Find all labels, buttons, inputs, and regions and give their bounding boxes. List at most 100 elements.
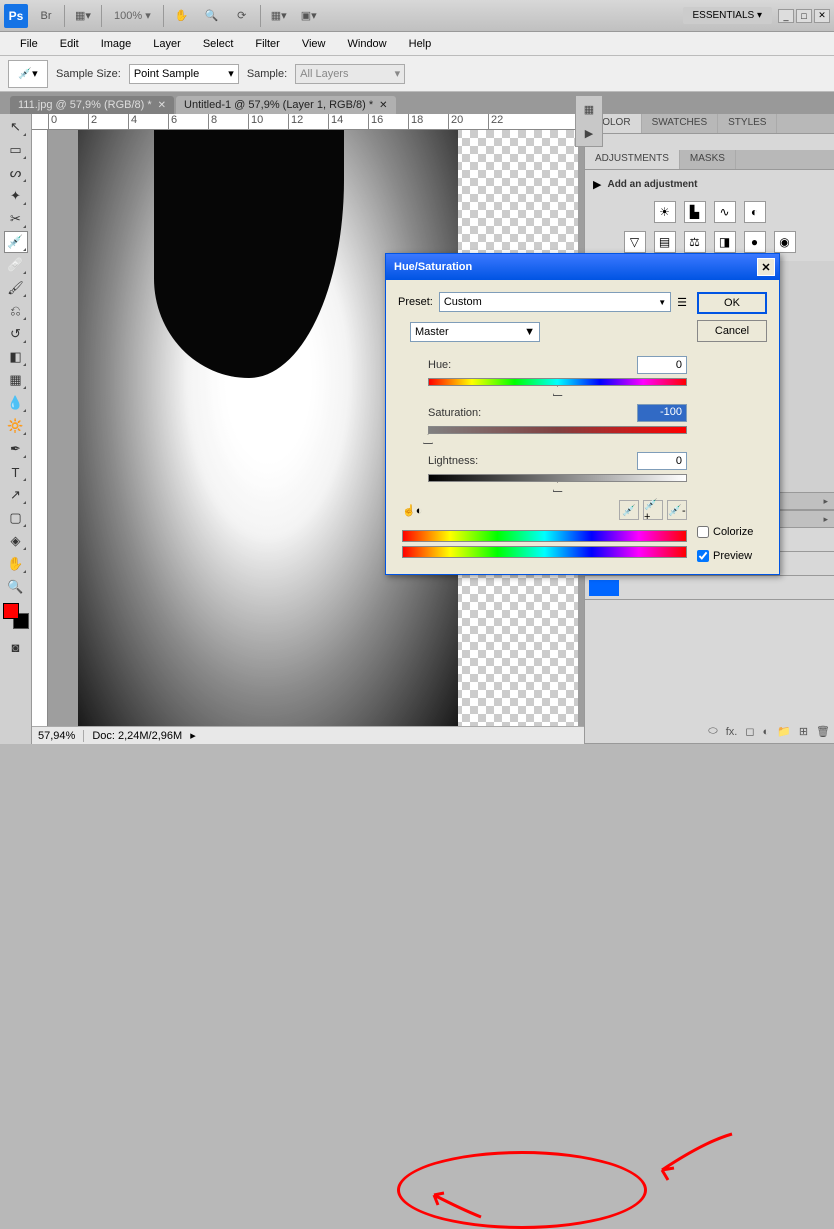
sample-select[interactable]: All Layers▾ [295,64,405,84]
menu-layer[interactable]: Layer [143,35,191,53]
exposure-icon[interactable]: ◐ [744,201,766,223]
menu-image[interactable]: Image [91,35,142,53]
menu-select[interactable]: Select [193,35,244,53]
layer-mask-icon[interactable]: ◻ [745,725,754,738]
eyedropper-tool[interactable]: 💉 [4,231,28,253]
document-tab-2[interactable]: Untitled-1 @ 57,9% (Layer 1, RGB/8) *✕ [176,96,395,114]
close-button[interactable]: ✕ [814,9,830,23]
hand-tool[interactable]: ✋ [4,553,28,575]
menu-filter[interactable]: Filter [245,35,289,53]
path-selection-tool[interactable]: ↗ [4,484,28,506]
menu-file[interactable]: File [10,35,48,53]
actions-panel-icon[interactable]: ▶ [579,124,599,142]
black-white-icon[interactable]: ◨ [714,231,736,253]
swatches-panel-tab[interactable]: SWATCHES [642,114,719,133]
layer-thumbnail[interactable] [589,580,619,596]
menu-edit[interactable]: Edit [50,35,89,53]
eraser-tool[interactable]: ◧ [4,346,28,368]
sample-size-select[interactable]: Point Sample▾ [129,64,239,84]
preview-checkbox[interactable]: Preview [697,550,767,562]
dialog-close-button[interactable]: ✕ [757,258,775,276]
magic-wand-tool[interactable]: ✦ [4,185,28,207]
hue-saturation-icon[interactable]: ▤ [654,231,676,253]
menu-help[interactable]: Help [399,35,442,53]
new-layer-icon[interactable]: ⊞ [799,725,808,738]
photo-filter-icon[interactable]: ● [744,231,766,253]
view-extras-icon[interactable]: ▦▾ [71,4,95,28]
hue-slider[interactable] [428,378,687,388]
brush-tool[interactable]: 🖌 [4,277,28,299]
shape-tool[interactable]: ▢ [4,507,28,529]
new-fill-layer-icon[interactable]: ◐ [762,726,769,738]
history-brush-tool[interactable]: ↺ [4,323,28,345]
close-tab-icon[interactable]: ✕ [158,100,166,111]
workspace-switcher[interactable]: ESSENTIALS ▾ [683,7,773,24]
history-panel-icon[interactable]: ▦ [579,100,599,118]
link-layers-icon[interactable]: ⬭ [708,725,717,738]
saturation-slider[interactable] [428,426,687,436]
zoom-display[interactable]: 100% ▾ [108,9,157,22]
hue-input[interactable] [637,356,687,374]
type-tool[interactable]: T [4,461,28,483]
tool-preset-picker[interactable]: 💉▾ [8,60,48,88]
layer-style-icon[interactable]: fx. [726,726,738,738]
menu-view[interactable]: View [292,35,336,53]
color-balance-icon[interactable]: ⚖ [684,231,706,253]
edit-range-select[interactable]: Master▼ [410,322,540,342]
eyedropper-subtract-icon[interactable]: 💉- [667,500,687,520]
crop-tool[interactable]: ✂ [4,208,28,230]
blur-tool[interactable]: 💧 [4,392,28,414]
colorize-checkbox[interactable]: Colorize [697,526,767,538]
zoom-tool-icon[interactable]: 🔍 [200,4,224,28]
minimize-button[interactable]: _ [778,9,794,23]
vibrance-icon[interactable]: ▽ [624,231,646,253]
foreground-color[interactable] [3,603,19,619]
eyedropper-sample-icon[interactable]: 💉 [619,500,639,520]
pen-tool[interactable]: ✒ [4,438,28,460]
dialog-titlebar[interactable]: Hue/Saturation ✕ [386,254,779,280]
delete-layer-icon[interactable]: 🗑 [816,725,830,738]
saturation-input[interactable]: -100 [637,404,687,422]
menu-window[interactable]: Window [338,35,397,53]
adjustment-preset-icon[interactable]: ▶ [593,178,601,191]
targeted-adjustment-icon[interactable]: ☝◐ [402,504,422,517]
move-tool[interactable]: ↖ [4,116,28,138]
styles-panel-tab[interactable]: STYLES [718,114,777,133]
screen-mode-icon[interactable]: ▣▾ [297,4,321,28]
rotate-view-icon[interactable]: ⟳ [230,4,254,28]
cancel-button[interactable]: Cancel [697,320,767,342]
masks-panel-tab[interactable]: MASKS [680,150,736,169]
preset-menu-icon[interactable]: ☰ [677,296,687,309]
lightness-input[interactable] [637,452,687,470]
zoom-percentage[interactable]: 57,94% [38,730,75,742]
status-arrow-icon[interactable]: ▸ [190,729,196,742]
gradient-tool[interactable]: ▦ [4,369,28,391]
channel-mixer-icon[interactable]: ◉ [774,231,796,253]
marquee-tool[interactable]: ▭ [4,139,28,161]
vertical-ruler[interactable] [32,130,48,744]
eyedropper-add-icon[interactable]: 💉+ [643,500,663,520]
curves-icon[interactable]: ∿ [714,201,736,223]
document-tab-1[interactable]: 111.jpg @ 57,9% (RGB/8) *✕ [10,96,174,114]
clone-stamp-tool[interactable]: ⎌ [4,300,28,322]
3d-tool[interactable]: ◈ [4,530,28,552]
preset-select[interactable]: Custom▼ [439,292,671,312]
hand-tool-icon[interactable]: ✋ [170,4,194,28]
document-size[interactable]: Doc: 2,24M/2,96M [92,730,182,742]
levels-icon[interactable]: ▙ [684,201,706,223]
ok-button[interactable]: OK [697,292,767,314]
bridge-icon[interactable]: Br [34,4,58,28]
horizontal-ruler[interactable]: 0246810121416182022 [32,114,584,130]
lasso-tool[interactable]: ᔕ [4,162,28,184]
zoom-tool[interactable]: 🔍 [4,576,28,598]
healing-brush-tool[interactable]: 🩹 [4,254,28,276]
close-tab-icon[interactable]: ✕ [379,100,387,111]
adjustments-panel-tab[interactable]: ADJUSTMENTS [585,150,680,169]
dodge-tool[interactable]: 🔆 [4,415,28,437]
arrange-documents-icon[interactable]: ▦▾ [267,4,291,28]
lightness-slider[interactable] [428,474,687,484]
new-group-icon[interactable]: 📁 [777,725,791,738]
maximize-button[interactable]: □ [796,9,812,23]
brightness-contrast-icon[interactable]: ☀ [654,201,676,223]
color-swatches[interactable] [3,603,29,629]
